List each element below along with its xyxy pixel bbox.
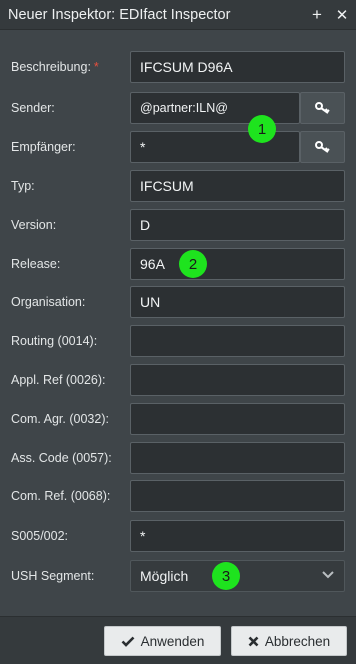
required-marker: * (93, 60, 99, 74)
release-input[interactable]: 96A (130, 248, 345, 280)
com-ref-label: Com. Ref. (0068): (11, 489, 111, 503)
apply-button-label: Anwenden (140, 633, 205, 649)
annotation-marker-3: 3 (212, 562, 240, 590)
row-s005: S005/002: * (0, 520, 356, 552)
appl-ref-input[interactable] (130, 364, 345, 396)
row-routing: Routing (0014): (0, 325, 356, 357)
row-release: Release: 96A (0, 248, 356, 280)
dialog-footer: Anwenden Abbrechen (0, 616, 356, 664)
organisation-label: Organisation: (11, 295, 86, 309)
key-icon (314, 102, 330, 114)
row-organisation: Organisation: UN (0, 286, 356, 318)
routing-input[interactable] (130, 325, 345, 357)
row-beschreibung: Beschreibung: * IFCSUM D96A (0, 51, 356, 83)
beschreibung-label: Beschreibung: * (11, 60, 99, 74)
routing-label: Routing (0014): (11, 334, 98, 348)
release-label: Release: (11, 257, 61, 271)
com-agr-label: Com. Agr. (0032): (11, 412, 109, 426)
version-label: Version: (11, 218, 57, 232)
com-agr-input[interactable] (130, 403, 345, 435)
beschreibung-input[interactable]: IFCSUM D96A (130, 51, 345, 83)
annotation-marker-2: 2 (179, 250, 207, 278)
window-title: Neuer Inspektor: EDIfact Inspector (8, 6, 231, 23)
com-ref-input[interactable] (130, 480, 345, 512)
x-icon (248, 636, 259, 646)
row-ass-code: Ass. Code (0057): (0, 442, 356, 474)
row-appl-ref: Appl. Ref (0026): (0, 364, 356, 396)
empfaenger-key-button[interactable] (300, 131, 345, 163)
row-com-agr: Com. Agr. (0032): (0, 403, 356, 435)
ush-segment-label: USH Segment: (11, 569, 95, 583)
chevron-down-icon (322, 571, 334, 579)
row-sender: Sender: @partner:ILN@ (0, 92, 356, 124)
s005-label: S005/002: (11, 529, 68, 543)
sender-key-button[interactable] (300, 92, 345, 124)
cancel-button[interactable]: Abbrechen (231, 626, 347, 656)
sender-input[interactable]: @partner:ILN@ (130, 92, 300, 124)
organisation-input[interactable]: UN (130, 286, 345, 318)
window-titlebar: Neuer Inspektor: EDIfact Inspector + ✕ (0, 0, 356, 30)
row-com-ref: Com. Ref. (0068): (0, 480, 356, 512)
add-button[interactable]: + (306, 4, 328, 26)
checkmark-icon (121, 636, 135, 647)
apply-button[interactable]: Anwenden (104, 626, 221, 656)
annotation-marker-1: 1 (248, 115, 276, 143)
ush-segment-value: Möglich (140, 568, 189, 584)
empfaenger-input[interactable]: * (130, 131, 300, 163)
version-input[interactable]: D (130, 209, 345, 241)
appl-ref-label: Appl. Ref (0026): (11, 373, 106, 387)
typ-input[interactable]: IFCSUM (130, 170, 345, 202)
row-ush-segment: USH Segment: Möglich (0, 560, 356, 592)
row-empfaenger: Empfänger: * (0, 131, 356, 163)
s005-input[interactable]: * (130, 520, 345, 552)
sender-label: Sender: (11, 101, 55, 115)
close-button[interactable]: ✕ (331, 4, 353, 26)
empfaenger-label: Empfänger: (11, 140, 76, 154)
row-typ: Typ: IFCSUM (0, 170, 356, 202)
ass-code-label: Ass. Code (0057): (11, 451, 112, 465)
cancel-button-label: Abbrechen (264, 633, 331, 649)
row-version: Version: D (0, 209, 356, 241)
typ-label: Typ: (11, 179, 35, 193)
key-icon (314, 141, 330, 153)
ass-code-input[interactable] (130, 442, 345, 474)
